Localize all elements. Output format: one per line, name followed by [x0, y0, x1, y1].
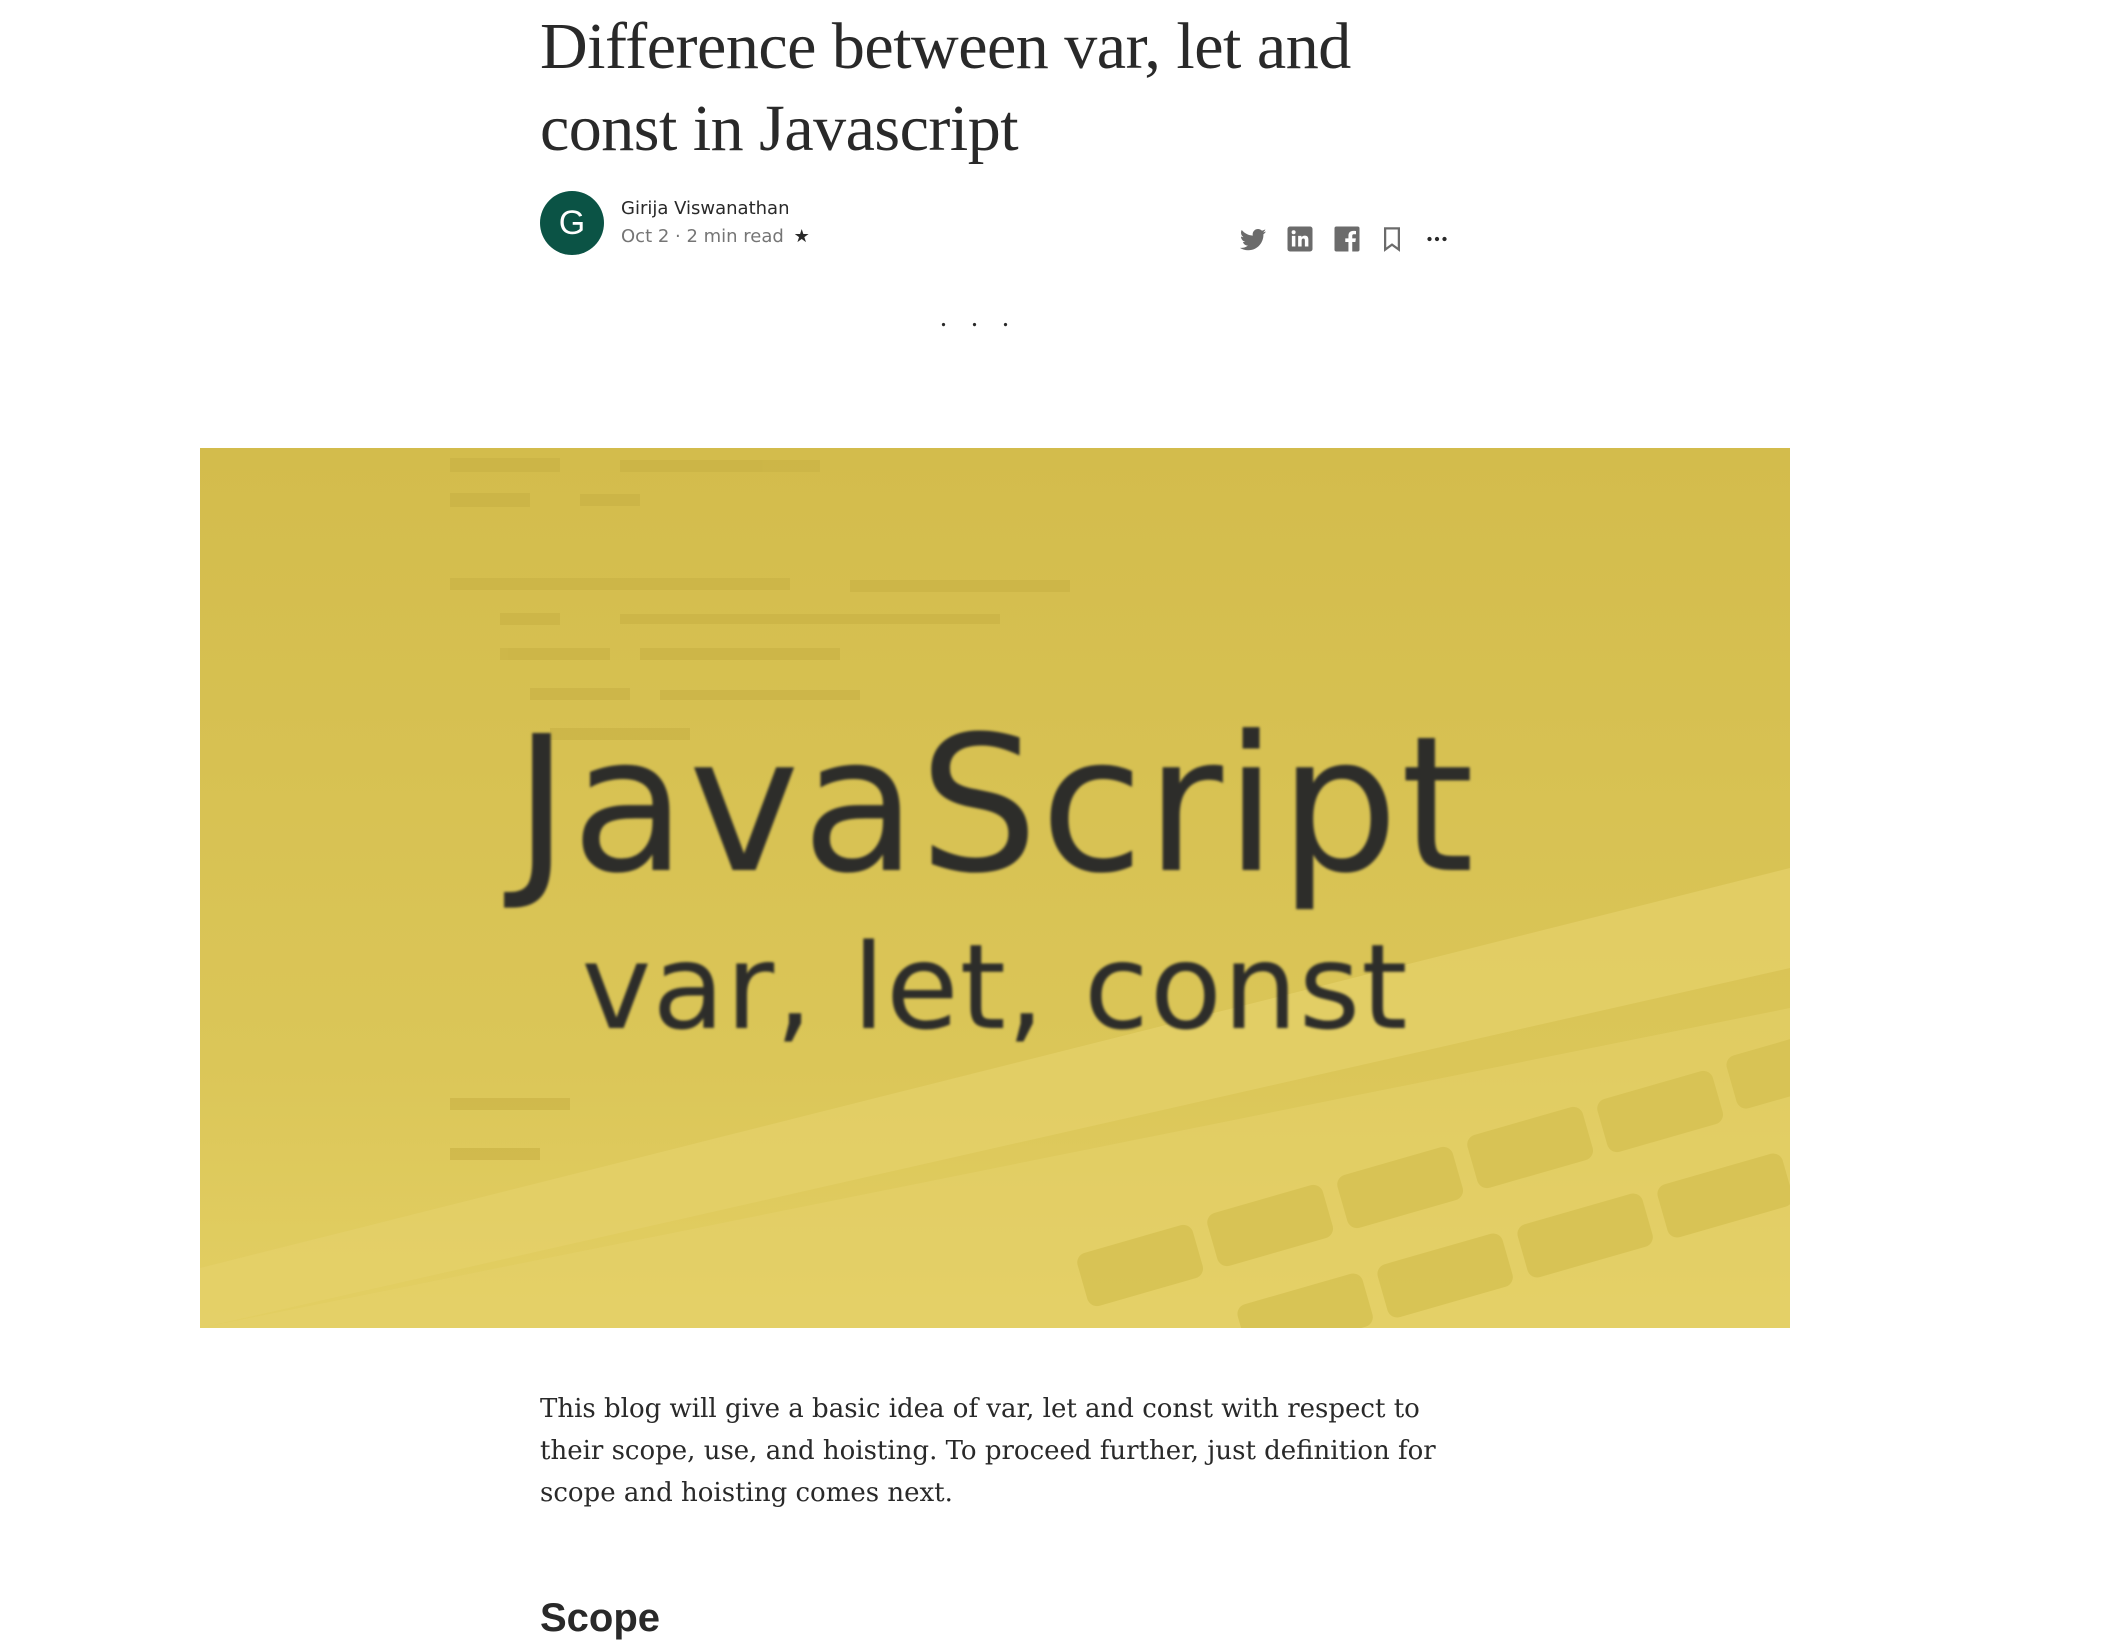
facebook-icon[interactable]	[1332, 224, 1362, 254]
article-title: Difference between var, let and const in…	[540, 10, 1351, 165]
hero-subtitle-text: var, let, const	[581, 918, 1409, 1056]
more-icon[interactable]	[1422, 224, 1452, 254]
hero-title-text: JavaScript	[513, 696, 1477, 915]
author-byline: G Girija Viswanathan Oct 2 · 2 min read …	[540, 191, 1450, 257]
share-toolbar	[540, 191, 1450, 257]
section-separator: ...	[940, 302, 1033, 333]
twitter-icon[interactable]	[1238, 224, 1268, 254]
linkedin-icon[interactable]	[1285, 224, 1315, 254]
intro-paragraph: This blog will give a basic idea of var,…	[540, 1394, 1436, 1508]
bookmark-icon[interactable]	[1377, 224, 1407, 254]
hero-image: JavaScript var, let, const	[200, 448, 1790, 1328]
